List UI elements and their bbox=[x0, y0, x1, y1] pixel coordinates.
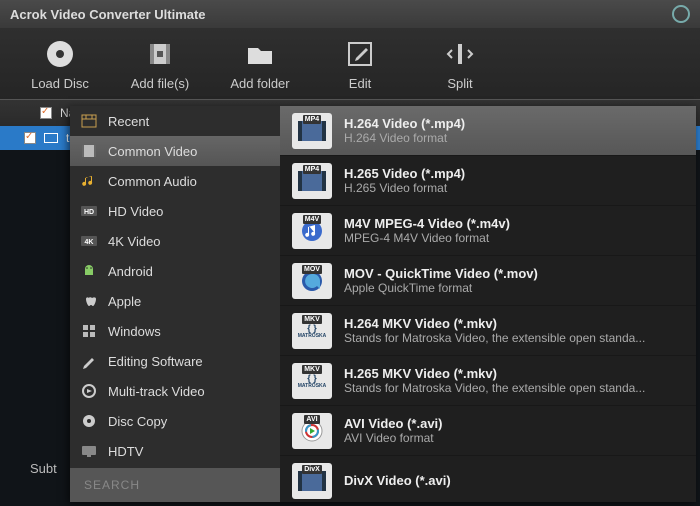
category-windows[interactable]: Windows bbox=[70, 316, 280, 346]
format-desc: MPEG-4 M4V Video format bbox=[344, 231, 510, 245]
format-item[interactable]: MP4 H.264 Video (*.mp4)H.264 Video format bbox=[280, 106, 696, 156]
recent-icon bbox=[80, 112, 98, 130]
toolbar-split-button[interactable]: Split bbox=[410, 36, 510, 91]
toolbar-folder-button[interactable]: Add folder bbox=[210, 36, 310, 91]
format-desc: AVI Video format bbox=[344, 431, 443, 445]
4k-icon: 4K bbox=[80, 232, 98, 250]
select-all-checkbox[interactable] bbox=[40, 107, 52, 119]
category-disccopy[interactable]: Disc Copy bbox=[70, 406, 280, 436]
category-label: 4K Video bbox=[108, 234, 161, 249]
format-item[interactable]: DivX DivX Video (*.avi) bbox=[280, 456, 696, 502]
multitrack-icon bbox=[80, 382, 98, 400]
format-title: H.264 Video (*.mp4) bbox=[344, 116, 465, 131]
format-desc: H.265 Video format bbox=[344, 181, 465, 195]
category-audio[interactable]: Common Audio bbox=[70, 166, 280, 196]
hd-icon: HD bbox=[80, 202, 98, 220]
app-title: Acrok Video Converter Ultimate bbox=[10, 7, 206, 22]
format-title: H.265 Video (*.mp4) bbox=[344, 166, 465, 181]
format-item[interactable]: MP4 H.265 Video (*.mp4)H.265 Video format bbox=[280, 156, 696, 206]
row-checkbox[interactable] bbox=[24, 132, 36, 144]
envelope-icon bbox=[44, 133, 58, 143]
toolbar-edit-button[interactable]: Edit bbox=[310, 36, 410, 91]
format-title: DivX Video (*.avi) bbox=[344, 473, 451, 488]
category-apple[interactable]: Apple bbox=[70, 286, 280, 316]
windows-icon bbox=[80, 322, 98, 340]
toolbar-label: Split bbox=[447, 76, 472, 91]
format-item[interactable]: MKV{ }MATROSKA H.264 MKV Video (*.mkv)Sta… bbox=[280, 306, 696, 356]
category-label: Apple bbox=[108, 294, 141, 309]
category-label: Windows bbox=[108, 324, 161, 339]
svg-text:HD: HD bbox=[84, 209, 94, 216]
category-label: Common Audio bbox=[108, 174, 197, 189]
disccopy-icon bbox=[80, 412, 98, 430]
format-thumb-icon: AVI bbox=[292, 413, 332, 449]
toolbar-label: Load Disc bbox=[31, 76, 89, 91]
main-toolbar: Load Disc Add file(s) Add folder Edit Split bbox=[0, 28, 700, 100]
format-thumb-icon: M4V bbox=[292, 213, 332, 249]
format-title: H.265 MKV Video (*.mkv) bbox=[344, 366, 645, 381]
format-desc: Stands for Matroska Video, the extensibl… bbox=[344, 331, 645, 345]
split-icon bbox=[442, 36, 478, 72]
folder-icon bbox=[242, 36, 278, 72]
category-android[interactable]: Android bbox=[70, 256, 280, 286]
toolbar-disc-button[interactable]: Load Disc bbox=[10, 36, 110, 91]
category-4k[interactable]: 4K 4K Video bbox=[70, 226, 280, 256]
category-label: Multi-track Video bbox=[108, 384, 205, 399]
toolbar-label: Add folder bbox=[230, 76, 289, 91]
format-thumb-icon: MKV{ }MATROSKA bbox=[292, 363, 332, 399]
audio-icon bbox=[80, 172, 98, 190]
subtitles-label: Subt bbox=[30, 461, 57, 476]
titlebar: Acrok Video Converter Ultimate bbox=[0, 0, 700, 28]
hdtv-icon bbox=[80, 442, 98, 460]
category-hd[interactable]: HD HD Video bbox=[70, 196, 280, 226]
category-editing[interactable]: Editing Software bbox=[70, 346, 280, 376]
category-label: HD Video bbox=[108, 204, 163, 219]
format-thumb-icon: MKV{ }MATROSKA bbox=[292, 313, 332, 349]
svg-text:4K: 4K bbox=[85, 239, 94, 246]
format-item[interactable]: MKV{ }MATROSKA H.265 MKV Video (*.mkv)Sta… bbox=[280, 356, 696, 406]
format-item[interactable]: M4V M4V MPEG-4 Video (*.m4v)MPEG-4 M4V Vi… bbox=[280, 206, 696, 256]
category-recent[interactable]: Recent bbox=[70, 106, 280, 136]
toolbar-label: Add file(s) bbox=[131, 76, 190, 91]
format-thumb-icon: MP4 bbox=[292, 113, 332, 149]
toolbar-label: Edit bbox=[349, 76, 371, 91]
format-title: MOV - QuickTime Video (*.mov) bbox=[344, 266, 538, 281]
format-column: MP4 H.264 Video (*.mp4)H.264 Video format… bbox=[280, 106, 696, 502]
category-label: HDTV bbox=[108, 444, 143, 459]
category-column: Recent Common Video Common Audio HD HD Video… bbox=[70, 106, 280, 502]
format-thumb-icon: MP4 bbox=[292, 163, 332, 199]
format-title: AVI Video (*.avi) bbox=[344, 416, 443, 431]
format-item[interactable]: AVI AVI Video (*.avi)AVI Video format bbox=[280, 406, 696, 456]
format-title: M4V MPEG-4 Video (*.m4v) bbox=[344, 216, 510, 231]
apple-icon bbox=[80, 292, 98, 310]
format-flyout: Recent Common Video Common Audio HD HD Video… bbox=[70, 106, 696, 502]
format-desc: H.264 Video format bbox=[344, 131, 465, 145]
format-thumb-icon: DivX bbox=[292, 463, 332, 499]
editing-icon bbox=[80, 352, 98, 370]
edit-icon bbox=[342, 36, 378, 72]
app-logo-icon bbox=[672, 5, 690, 23]
format-item[interactable]: MOV MOV - QuickTime Video (*.mov)Apple Qu… bbox=[280, 256, 696, 306]
toolbar-film-button[interactable]: Add file(s) bbox=[110, 36, 210, 91]
category-label: Editing Software bbox=[108, 354, 203, 369]
film-icon bbox=[142, 36, 178, 72]
format-thumb-icon: MOV bbox=[292, 263, 332, 299]
category-video[interactable]: Common Video bbox=[70, 136, 280, 166]
category-label: Common Video bbox=[108, 144, 197, 159]
format-title: H.264 MKV Video (*.mkv) bbox=[344, 316, 645, 331]
category-label: Android bbox=[108, 264, 153, 279]
format-desc: Apple QuickTime format bbox=[344, 281, 538, 295]
category-multitrack[interactable]: Multi-track Video bbox=[70, 376, 280, 406]
video-icon bbox=[80, 142, 98, 160]
category-hdtv[interactable]: HDTV bbox=[70, 436, 280, 466]
category-label: Disc Copy bbox=[108, 414, 167, 429]
android-icon bbox=[80, 262, 98, 280]
format-desc: Stands for Matroska Video, the extensibl… bbox=[344, 381, 645, 395]
format-search-input[interactable]: SEARCH bbox=[70, 468, 280, 502]
category-label: Recent bbox=[108, 114, 149, 129]
disc-icon bbox=[42, 36, 78, 72]
